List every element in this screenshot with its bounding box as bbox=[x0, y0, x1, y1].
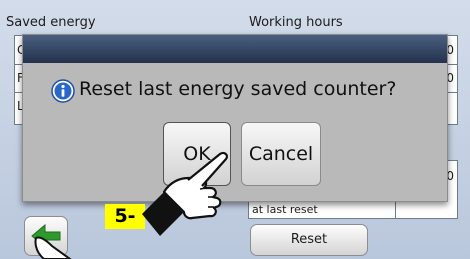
info-icon bbox=[51, 79, 75, 103]
dialog-title-bar bbox=[23, 35, 447, 63]
at-last-reset-label: at last reset bbox=[252, 203, 318, 216]
reset-button[interactable]: Reset bbox=[250, 224, 368, 256]
dialog-message: Reset last energy saved counter? bbox=[79, 78, 397, 100]
screen: Saved energy Working hours C F L 0 0 at … bbox=[0, 0, 470, 259]
hand-pointer-icon bbox=[142, 151, 228, 236]
step-label: 5- bbox=[105, 204, 145, 229]
cancel-button[interactable]: Cancel bbox=[241, 122, 321, 186]
saved-energy-title: Saved energy bbox=[6, 15, 96, 30]
working-hours-title: Working hours bbox=[249, 15, 343, 30]
hand-pointer-icon bbox=[34, 236, 72, 259]
